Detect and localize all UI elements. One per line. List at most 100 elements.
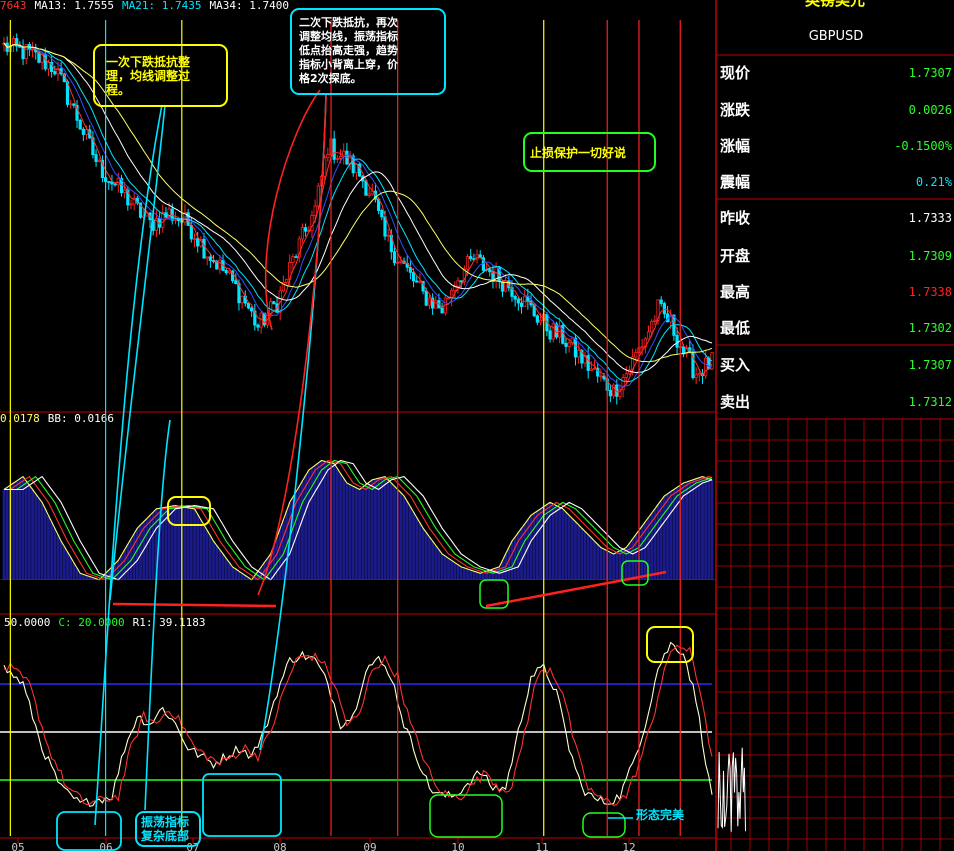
legend-item: BB: 0.0166 [48, 412, 114, 425]
candle-body [21, 46, 25, 60]
candle-body [634, 352, 638, 358]
x-tick-label: 08 [273, 841, 286, 851]
legend-item: MA21: 1.7435 [122, 0, 201, 12]
candle-body [129, 203, 133, 206]
candle-body [608, 389, 613, 397]
candle-body [205, 256, 209, 259]
quote-value: 1.7333 [909, 211, 952, 225]
candle-body [208, 256, 212, 261]
candle-body [653, 319, 657, 322]
candle-body [535, 315, 539, 323]
candle-body [335, 157, 339, 160]
candle-body [411, 271, 416, 282]
candle-body [304, 227, 308, 232]
candle-body [250, 307, 254, 312]
candle-body [500, 281, 505, 292]
quote-symbol: GBPUSD [809, 29, 864, 44]
quote-label: 卖出 [720, 393, 750, 411]
candle-body [589, 368, 593, 371]
candle-body [513, 296, 517, 300]
candle-body [97, 159, 101, 162]
annotation-text-a3: 止损保护一切好说 [530, 145, 626, 160]
quote-value: 1.7312 [909, 395, 952, 409]
candle-body [338, 155, 343, 159]
candle-body [211, 260, 216, 262]
candle-body [234, 280, 238, 284]
x-tick-label: 09 [363, 841, 376, 851]
candle-body [78, 119, 82, 130]
quote-label: 最高 [720, 283, 750, 301]
quote-value: 0.21% [916, 175, 953, 189]
candle-body [599, 375, 603, 378]
candle-body [386, 234, 390, 237]
candle-body [272, 301, 276, 305]
candle-body [659, 299, 663, 304]
candle-body [123, 189, 127, 194]
candle-body [586, 355, 590, 371]
candle-body [399, 260, 403, 263]
candle-body [367, 193, 371, 196]
candle-body [84, 129, 89, 135]
candle-body [519, 302, 524, 307]
candle-body [538, 320, 543, 323]
candle-body [650, 321, 654, 333]
candle-body [81, 128, 85, 135]
legend-item: MA13: 1.7555 [35, 0, 114, 12]
candle-body [364, 180, 368, 196]
candle-body [313, 205, 317, 216]
candle-body [300, 227, 305, 240]
legend-item: R1: 39.1183 [133, 616, 206, 629]
candle-body [567, 342, 571, 347]
x-tick-label: 05 [11, 841, 24, 851]
candle-body [332, 138, 336, 160]
annotation-text-a2: 二次下跌抵抗，再次 [299, 15, 398, 29]
candle-body [392, 251, 397, 264]
candle-body [694, 374, 698, 379]
candle-body [107, 181, 111, 183]
quote-title: 英镑美元 [805, 0, 865, 9]
candle-body [624, 373, 628, 379]
quote-value: 1.7302 [909, 321, 952, 335]
quote-value: 1.7307 [909, 358, 952, 372]
candle-body [465, 256, 470, 270]
candle-body [177, 218, 181, 222]
quote-value: 1.7338 [909, 285, 952, 299]
candle-body [675, 334, 679, 348]
candle-body [69, 103, 73, 106]
candle-body [697, 373, 701, 376]
candle-body [446, 297, 451, 300]
candle-body [424, 290, 428, 306]
quote-value: 1.7309 [909, 249, 952, 263]
candle-body [456, 280, 460, 287]
quote-value: 1.7307 [909, 66, 952, 80]
candle-body [196, 238, 200, 247]
candle-body [564, 342, 568, 347]
candle-body [224, 270, 228, 274]
macd-legend: 0.0178 BB: 0.0166 [0, 412, 114, 425]
annotation-text-a2: 低点抬高走强，趋势 [298, 43, 398, 57]
chart-canvas: 7643 MA13: 1.7555 MA21: 1.7435 MA34: 1.7400… [0, 0, 954, 851]
quote-label: 现价 [720, 64, 751, 82]
candle-body [94, 154, 98, 162]
candle-body [43, 53, 47, 70]
candle-body [415, 280, 419, 283]
candle-body [450, 290, 454, 299]
quote-value: -0.1500% [894, 139, 953, 153]
candle-body [113, 183, 117, 186]
candle-body [72, 103, 76, 106]
annotation-text-a1: 程。 [106, 82, 130, 97]
annotation-text-a5: 形态完美 [636, 807, 685, 822]
candle-body [577, 349, 581, 358]
candle-body [704, 357, 708, 377]
candle-body [418, 280, 422, 283]
quote-label: 开盘 [720, 247, 750, 265]
candle-body [383, 216, 387, 237]
candle-body [192, 238, 197, 241]
candle-body [246, 302, 251, 309]
legend-item: C: 20.0000 [58, 616, 124, 629]
candle-body [218, 259, 222, 270]
x-tick-label: 10 [451, 841, 464, 851]
candle-body [662, 303, 666, 315]
candle-body [53, 71, 57, 75]
annotation-text-a4: 复杂底部 [140, 828, 189, 843]
